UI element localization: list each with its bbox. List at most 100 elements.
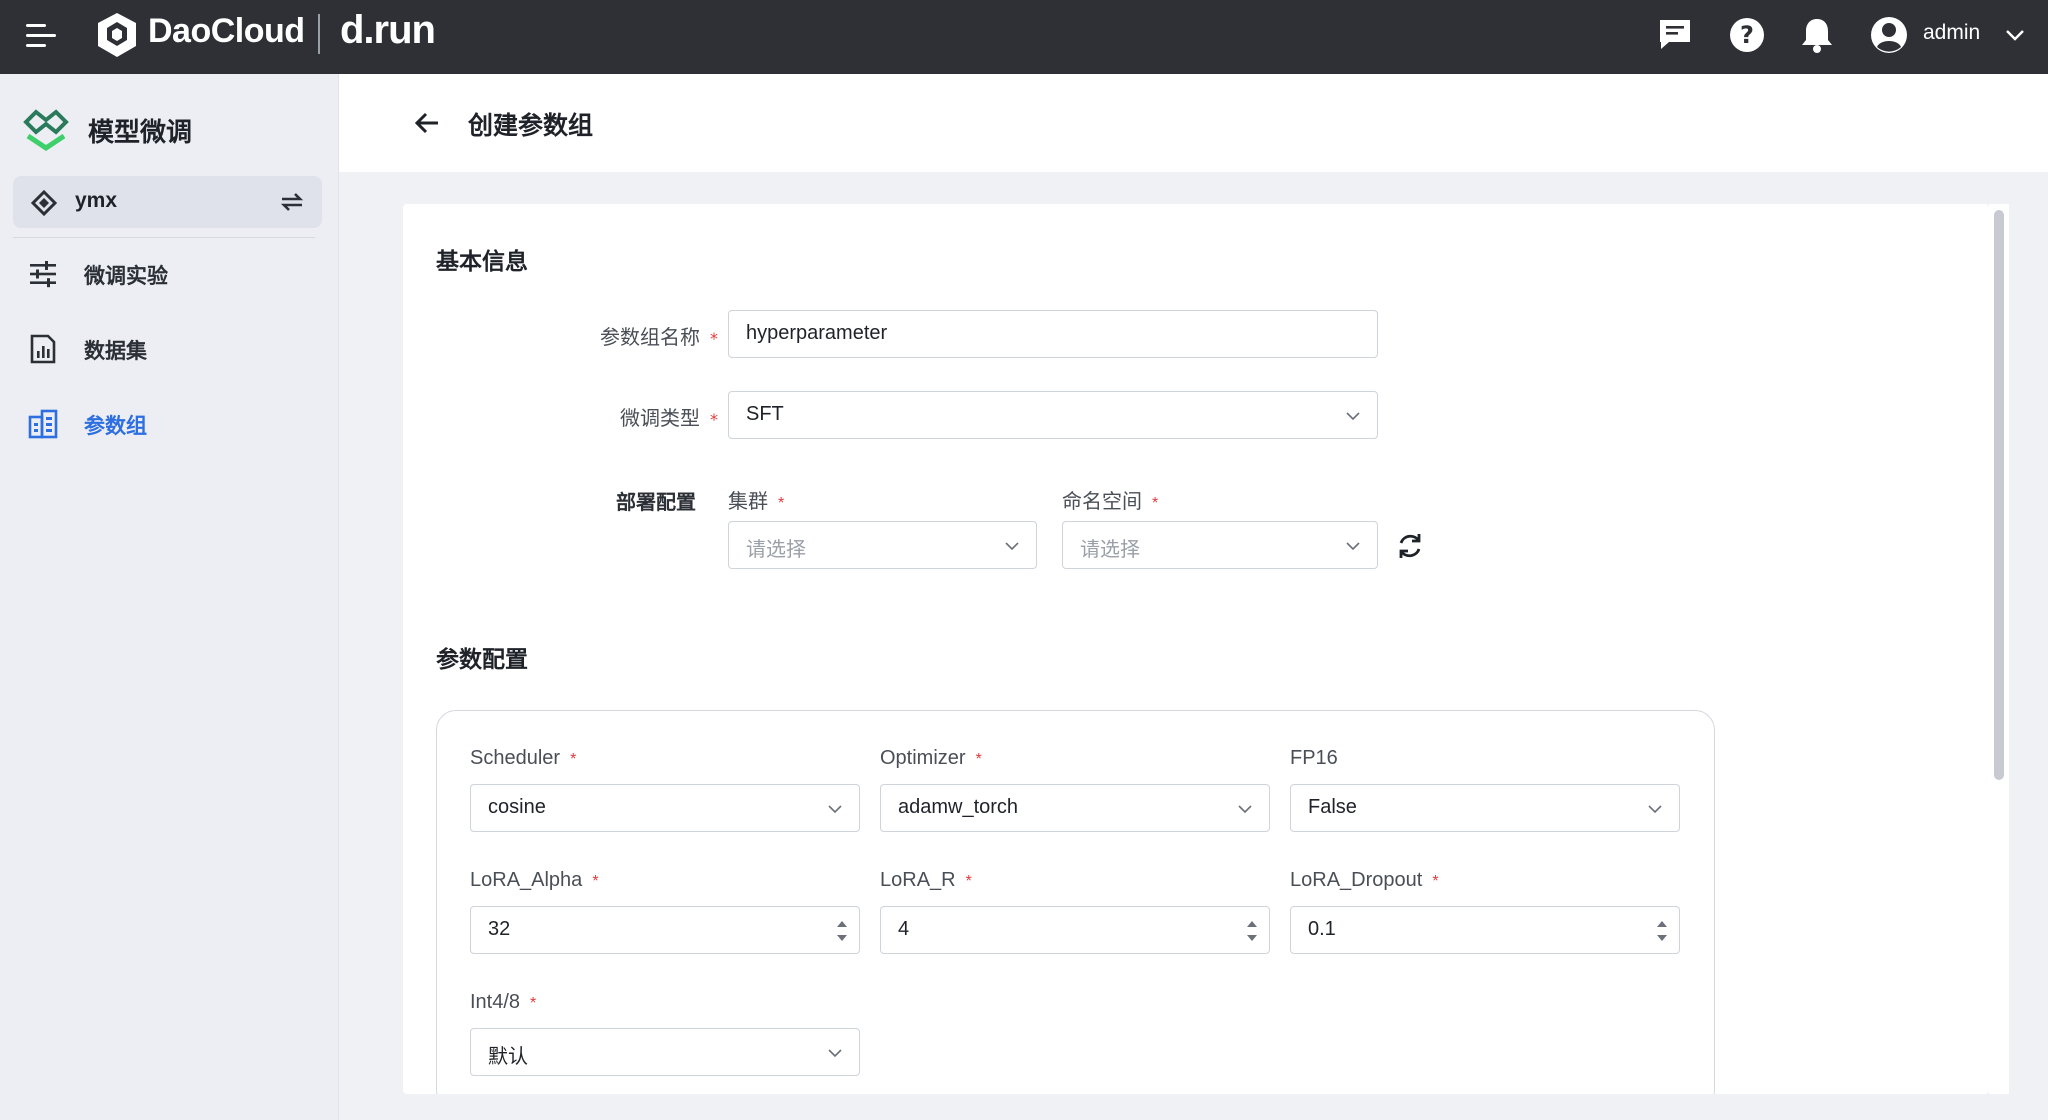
help-icon[interactable]: ? <box>1727 15 1767 55</box>
scheduler-label: Scheduler * <box>470 747 576 770</box>
brand-divider <box>318 14 320 54</box>
dataset-icon <box>30 334 56 364</box>
required-mark: * <box>710 410 718 429</box>
chevron-down-icon <box>1346 412 1360 421</box>
cluster-label-text: 集群 <box>728 491 768 513</box>
lora-alpha-label: LoRA_Alpha * <box>470 869 599 892</box>
namespace-label: 命名空间 * <box>1062 485 1158 514</box>
chevron-down-icon <box>1648 805 1662 814</box>
required-mark: * <box>570 751 577 768</box>
fp16-label: FP16 <box>1290 747 1338 769</box>
chevron-down-icon <box>828 1049 842 1058</box>
int-label: Int4/8 * <box>470 991 536 1014</box>
avatar-icon[interactable] <box>1869 15 1909 55</box>
int-value: 默认 <box>488 1046 528 1068</box>
sidebar: 模型微调 ymx 微调实验 数据集 参数组 <box>0 74 339 1120</box>
required-mark: * <box>592 873 599 890</box>
type-select[interactable]: SFT <box>728 391 1378 439</box>
cluster-placeholder: 请选择 <box>746 539 806 561</box>
chevron-down-icon <box>1005 542 1019 551</box>
optimizer-select[interactable]: adamw_torch <box>880 784 1270 832</box>
namespace-select[interactable]: 请选择 <box>1062 521 1378 569</box>
lora-r-label: LoRA_R * <box>880 869 972 892</box>
workspace-name: ymx <box>75 189 118 212</box>
sidebar-item-param-groups[interactable]: 参数组 <box>0 395 339 451</box>
bottom-strip <box>339 1094 2048 1120</box>
sidebar-title: 模型微调 <box>88 118 193 148</box>
switch-icon[interactable] <box>279 190 305 214</box>
optimizer-value: adamw_torch <box>898 796 1019 818</box>
scheduler-select[interactable]: cosine <box>470 784 860 832</box>
bell-icon[interactable] <box>1797 15 1837 55</box>
product-name: d.run <box>340 8 436 52</box>
deploy-config-label: 部署配置 <box>616 490 696 514</box>
back-arrow-icon[interactable] <box>412 108 442 138</box>
basic-info-title: 基本信息 <box>436 249 528 275</box>
scheduler-value: cosine <box>488 796 546 818</box>
optimizer-label-text: Optimizer <box>880 747 966 769</box>
sidebar-divider <box>13 237 315 238</box>
stepper-icon[interactable] <box>831 913 853 949</box>
int-label-text: Int4/8 <box>470 991 521 1013</box>
sidebar-item-label: 数据集 <box>84 339 147 363</box>
optimizer-label: Optimizer * <box>880 747 982 770</box>
scrollbar-thumb[interactable] <box>1994 210 2004 780</box>
required-mark: * <box>975 751 982 768</box>
required-mark: * <box>965 873 972 890</box>
brand-name: DaoCloud <box>148 12 305 50</box>
workspace-icon <box>31 190 57 216</box>
scheduler-label-text: Scheduler <box>470 747 561 769</box>
page-header <box>339 74 2048 172</box>
required-mark: * <box>1152 495 1159 512</box>
fp16-select[interactable]: False <box>1290 784 1680 832</box>
name-input[interactable]: hyperparameter <box>728 310 1378 358</box>
top-bar: DaoCloud d.run ? admin <box>0 0 2048 74</box>
cluster-select[interactable]: 请选择 <box>728 521 1037 569</box>
lora-dropout-label: LoRA_Dropout * <box>1290 869 1439 892</box>
chevron-down-icon <box>1346 542 1360 551</box>
sliders-icon <box>30 261 56 288</box>
required-mark: * <box>530 995 537 1012</box>
required-mark: * <box>1432 873 1439 890</box>
name-input-value: hyperparameter <box>746 322 888 344</box>
chevron-down-icon <box>828 805 842 814</box>
lora-dropout-input[interactable]: 0.1 <box>1290 906 1680 954</box>
lora-r-label-text: LoRA_R <box>880 869 956 891</box>
lora-dropout-label-text: LoRA_Dropout <box>1290 869 1423 891</box>
param-config-title: 参数配置 <box>436 647 528 673</box>
lora-alpha-label-text: LoRA_Alpha <box>470 869 583 891</box>
sidebar-item-label: 参数组 <box>84 414 147 438</box>
sidebar-item-experiments[interactable]: 微调实验 <box>0 245 339 301</box>
daocloud-logo-icon <box>98 13 136 57</box>
type-label-text: 微调类型 <box>620 406 700 430</box>
name-label-text: 参数组名称 <box>600 325 700 349</box>
namespace-label-text: 命名空间 <box>1062 491 1142 513</box>
namespace-placeholder: 请选择 <box>1080 539 1140 561</box>
chevron-down-icon[interactable] <box>2004 27 2026 43</box>
workspace-selector[interactable]: ymx <box>13 176 322 228</box>
lora-dropout-value: 0.1 <box>1308 918 1336 940</box>
type-label: 微调类型 * <box>560 402 718 431</box>
lora-alpha-input[interactable]: 32 <box>470 906 860 954</box>
cluster-label: 集群 * <box>728 485 784 514</box>
sidebar-item-datasets[interactable]: 数据集 <box>0 320 339 376</box>
param-group-icon <box>28 409 58 439</box>
fine-tune-logo-icon <box>23 109 69 152</box>
required-mark: * <box>710 329 718 348</box>
message-icon[interactable] <box>1655 15 1695 55</box>
sidebar-item-label: 微调实验 <box>84 264 168 288</box>
chevron-down-icon <box>1238 805 1252 814</box>
name-label: 参数组名称 * <box>560 321 718 350</box>
menu-icon[interactable] <box>26 22 60 52</box>
stepper-icon[interactable] <box>1651 913 1673 949</box>
lora-r-input[interactable]: 4 <box>880 906 1270 954</box>
lora-r-value: 4 <box>898 918 910 940</box>
fp16-value: False <box>1308 796 1357 818</box>
user-name[interactable]: admin <box>1923 21 1980 45</box>
int-select[interactable]: 默认 <box>470 1028 860 1076</box>
refresh-icon[interactable] <box>1395 531 1425 561</box>
page-title: 创建参数组 <box>468 111 594 140</box>
required-mark: * <box>778 495 785 512</box>
lora-alpha-value: 32 <box>488 918 511 940</box>
stepper-icon[interactable] <box>1241 913 1263 949</box>
